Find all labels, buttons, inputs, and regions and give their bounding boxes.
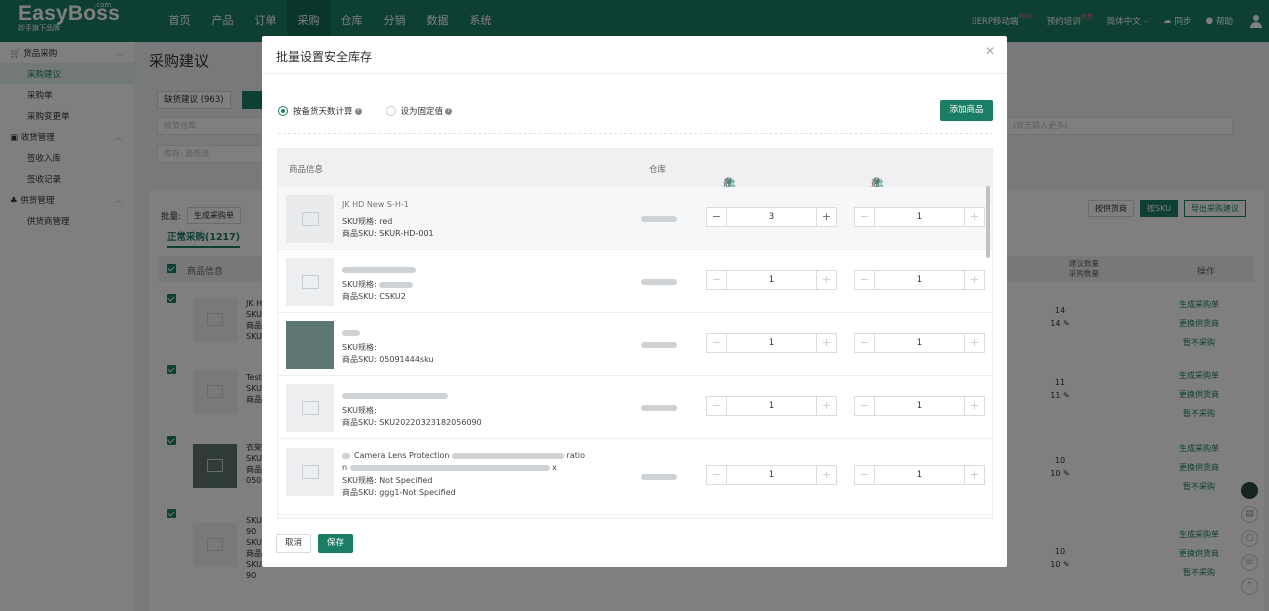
plus-icon[interactable]: + xyxy=(964,208,984,226)
min-days-value[interactable]: 1 xyxy=(875,271,964,289)
product-name-redacted xyxy=(342,327,360,338)
modal-title: 批量设置安全库存 xyxy=(276,50,373,64)
warehouse-value xyxy=(641,279,677,285)
product-sku: 商品SKU: ggg1-Not Specified xyxy=(342,488,456,497)
plus-icon[interactable]: + xyxy=(816,397,836,415)
plus-icon[interactable]: + xyxy=(816,271,836,289)
min-days-value[interactable]: 1 xyxy=(875,397,964,415)
plus-icon[interactable]: + xyxy=(964,397,984,415)
max-days-stepper[interactable]: −1 + xyxy=(706,333,837,353)
minus-icon[interactable]: − xyxy=(855,208,875,226)
question-icon: ? xyxy=(445,107,453,115)
product-name: JK HD New S-H-1 xyxy=(342,200,409,209)
product-name-redacted xyxy=(342,390,448,401)
sku-spec-text: SKU规格: xyxy=(342,280,380,289)
min-days-value[interactable]: 1 xyxy=(875,334,964,352)
min-days-stepper[interactable]: −1 + xyxy=(854,270,985,290)
minus-icon[interactable]: − xyxy=(707,208,727,226)
divider xyxy=(278,133,993,134)
col-product-info: 商品信息 xyxy=(289,165,324,175)
max-days-stepper[interactable]: −3 + xyxy=(706,207,837,227)
table-row: SKU规格: 商品SKU: 05091444sku −1 + −1 + xyxy=(278,313,992,376)
minus-icon[interactable]: − xyxy=(707,466,727,484)
warehouse-value xyxy=(641,405,677,411)
product-name-redacted xyxy=(342,264,416,275)
product-photo xyxy=(286,321,334,369)
minus-icon[interactable]: − xyxy=(855,397,875,415)
product-name-tail: ratio xyxy=(566,451,585,460)
sku-spec: SKU规格: xyxy=(342,343,377,352)
divider xyxy=(262,73,1007,74)
sku-spec: SKU规格: xyxy=(342,406,377,415)
sku-spec: SKU规格: xyxy=(342,279,414,290)
min-days-value[interactable]: 1 xyxy=(875,208,964,226)
sku-spec: SKU规格: Not Specified xyxy=(342,476,433,485)
question-icon: ? xyxy=(354,107,362,115)
product-name-end: x xyxy=(552,463,557,472)
plus-icon[interactable]: + xyxy=(964,466,984,484)
sku-spec: SKU规格: red xyxy=(342,217,393,226)
product-sku: 商品SKU: 05091444sku xyxy=(342,355,434,364)
col-warehouse: 仓库 xyxy=(649,165,667,175)
product-name-text: Camera Lens Protection xyxy=(354,451,450,460)
table-row: JK HD New S-H-1 SKU规格: red 商品SKU: SKUR-H… xyxy=(278,187,992,250)
product-image xyxy=(286,384,334,432)
product-image xyxy=(286,195,334,243)
min-days-stepper[interactable]: −1 + xyxy=(854,465,985,485)
product-name-start: n xyxy=(342,463,348,472)
close-icon[interactable]: ✕ xyxy=(985,44,995,58)
warehouse-value xyxy=(641,216,677,222)
minus-icon[interactable]: − xyxy=(855,466,875,484)
product-image xyxy=(286,448,334,496)
min-days-stepper[interactable]: −1 + xyxy=(854,207,985,227)
max-days-stepper[interactable]: −1 + xyxy=(706,396,837,416)
max-days-value[interactable]: 1 xyxy=(727,271,816,289)
minus-icon[interactable]: − xyxy=(855,334,875,352)
minus-icon[interactable]: − xyxy=(707,271,727,289)
plus-icon[interactable]: + xyxy=(816,208,836,226)
max-days-stepper[interactable]: −1 + xyxy=(706,270,837,290)
min-days-value[interactable]: 1 xyxy=(875,466,964,484)
warehouse-value xyxy=(641,474,677,480)
product-image xyxy=(286,258,334,306)
radio-fixed[interactable] xyxy=(385,106,396,116)
max-days-value[interactable]: 1 xyxy=(727,466,816,484)
cancel-button[interactable]: 取消 xyxy=(276,534,311,553)
product-name: Camera Lens Protection ratio xyxy=(342,450,585,461)
minus-icon[interactable]: − xyxy=(707,334,727,352)
warehouse-value xyxy=(641,342,677,348)
table-scrollbar[interactable] xyxy=(986,186,990,258)
calc-mode-group: 按备货天数计算? 设为固定值? xyxy=(278,105,453,117)
plus-icon[interactable]: + xyxy=(816,334,836,352)
min-days-stepper[interactable]: −1 + xyxy=(854,396,985,416)
table-row: SKU规格: 商品SKU: SKU20220323182056090 −1 + −… xyxy=(278,376,992,439)
minus-icon[interactable]: − xyxy=(707,397,727,415)
plus-icon[interactable]: + xyxy=(964,334,984,352)
plus-icon[interactable]: + xyxy=(964,271,984,289)
safety-stock-modal: 批量设置安全库存 ✕ 按备货天数计算? 设为固定值? 添加商品 商品信息 仓库 … xyxy=(262,36,1007,567)
radio-by-days[interactable] xyxy=(278,106,288,116)
add-product-button[interactable]: 添加商品 xyxy=(940,100,993,121)
product-sku: 商品SKU: CSKU2 xyxy=(342,292,406,301)
product-name-line2: n x xyxy=(342,462,557,473)
radio-fixed-label: 设为固定值 xyxy=(400,107,444,117)
save-button[interactable]: 保存 xyxy=(318,534,353,553)
radio-by-days-label: 按备货天数计算 xyxy=(293,107,353,117)
table-row: Camera Lens Protection ratio n x SKU规格: … xyxy=(278,439,992,515)
product-sku: 商品SKU: SKU20220323182056090 xyxy=(342,418,482,427)
minus-icon[interactable]: − xyxy=(855,271,875,289)
plus-icon[interactable]: + xyxy=(816,466,836,484)
product-sku: 商品SKU: SKUR-HD-001 xyxy=(342,229,434,238)
min-days-stepper[interactable]: −1 + xyxy=(854,333,985,353)
max-days-value[interactable]: 3 xyxy=(727,208,816,226)
product-table: 商品信息 仓库 最大备货天数?批量 最小备货天数?批量 JK HD New S-… xyxy=(277,148,993,519)
max-days-value[interactable]: 1 xyxy=(727,397,816,415)
max-days-stepper[interactable]: −1 + xyxy=(706,465,837,485)
max-days-value[interactable]: 1 xyxy=(727,334,816,352)
table-header: 商品信息 仓库 最大备货天数?批量 最小备货天数?批量 xyxy=(278,149,992,249)
table-row: SKU规格: 商品SKU: CSKU2 −1 + −1 + xyxy=(278,250,992,313)
